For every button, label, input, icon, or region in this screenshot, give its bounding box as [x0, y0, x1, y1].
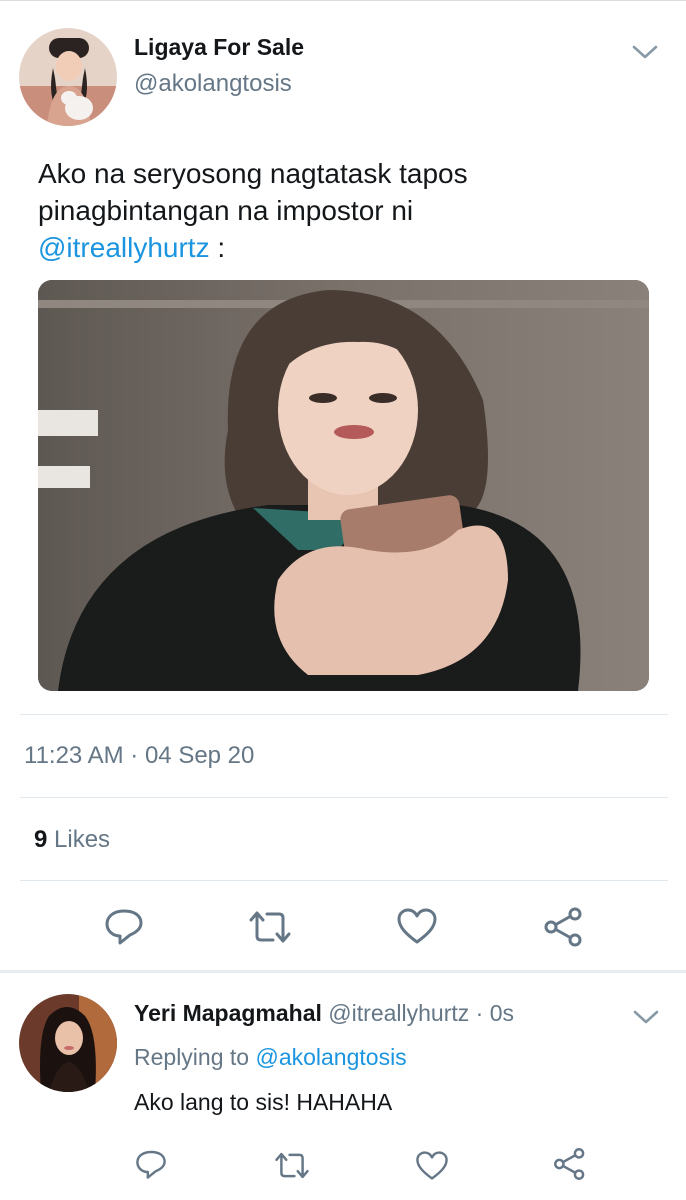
- divider: [20, 797, 668, 798]
- tweet-text-line-1: Ako na seryosong nagtatask tapos: [38, 158, 468, 189]
- reply-author-avatar[interactable]: [19, 994, 117, 1092]
- chevron-down-icon[interactable]: [631, 1008, 661, 1026]
- tweet-text-line-3: @itreallyhurtz :: [38, 229, 638, 266]
- share-icon[interactable]: [552, 1146, 588, 1182]
- reply-icon[interactable]: [104, 906, 144, 946]
- tweet-text-suffix: :: [209, 232, 226, 263]
- retweet-icon[interactable]: [273, 1150, 311, 1181]
- like-icon[interactable]: [415, 1150, 449, 1181]
- reply-text: Ako lang to sis! HAHAHA: [134, 1089, 393, 1115]
- tweet-text: Ako na seryosong nagtatask tapos pinagbi…: [38, 155, 638, 266]
- author-handle[interactable]: @akolangtosis: [134, 70, 292, 98]
- section-divider: [0, 970, 686, 973]
- like-icon[interactable]: [396, 907, 438, 945]
- reply-icon[interactable]: [135, 1148, 167, 1180]
- likes-count[interactable]: 9 Likes: [34, 826, 110, 854]
- replying-to: Replying to @akolangtosis: [134, 1044, 407, 1071]
- top-border: [0, 0, 686, 1]
- tweet-photo[interactable]: [38, 280, 649, 691]
- reply-handle-time[interactable]: @itreallyhurtz · 0s: [322, 1000, 514, 1026]
- tweet-timestamp[interactable]: 11:23 AM · 04 Sep 20: [24, 742, 254, 770]
- replying-to-link[interactable]: @akolangtosis: [255, 1044, 406, 1070]
- tweet-text-line-2: pinagbintangan na impostor ni: [38, 195, 414, 226]
- likes-label: Likes: [47, 826, 111, 853]
- likes-number: 9: [34, 826, 48, 853]
- reply-display-name[interactable]: Yeri Mapagmahal: [134, 1000, 322, 1026]
- divider: [20, 880, 668, 881]
- share-icon[interactable]: [542, 905, 586, 949]
- mention-link[interactable]: @itreallyhurtz: [38, 232, 210, 263]
- replying-prefix: Replying to: [134, 1044, 256, 1070]
- reply-header: Yeri Mapagmahal @itreallyhurtz · 0s: [134, 1000, 514, 1027]
- retweet-icon[interactable]: [247, 908, 293, 946]
- author-display-name[interactable]: Ligaya For Sale: [134, 34, 304, 61]
- divider: [20, 714, 668, 715]
- chevron-down-icon[interactable]: [630, 43, 660, 61]
- author-avatar[interactable]: [19, 28, 117, 126]
